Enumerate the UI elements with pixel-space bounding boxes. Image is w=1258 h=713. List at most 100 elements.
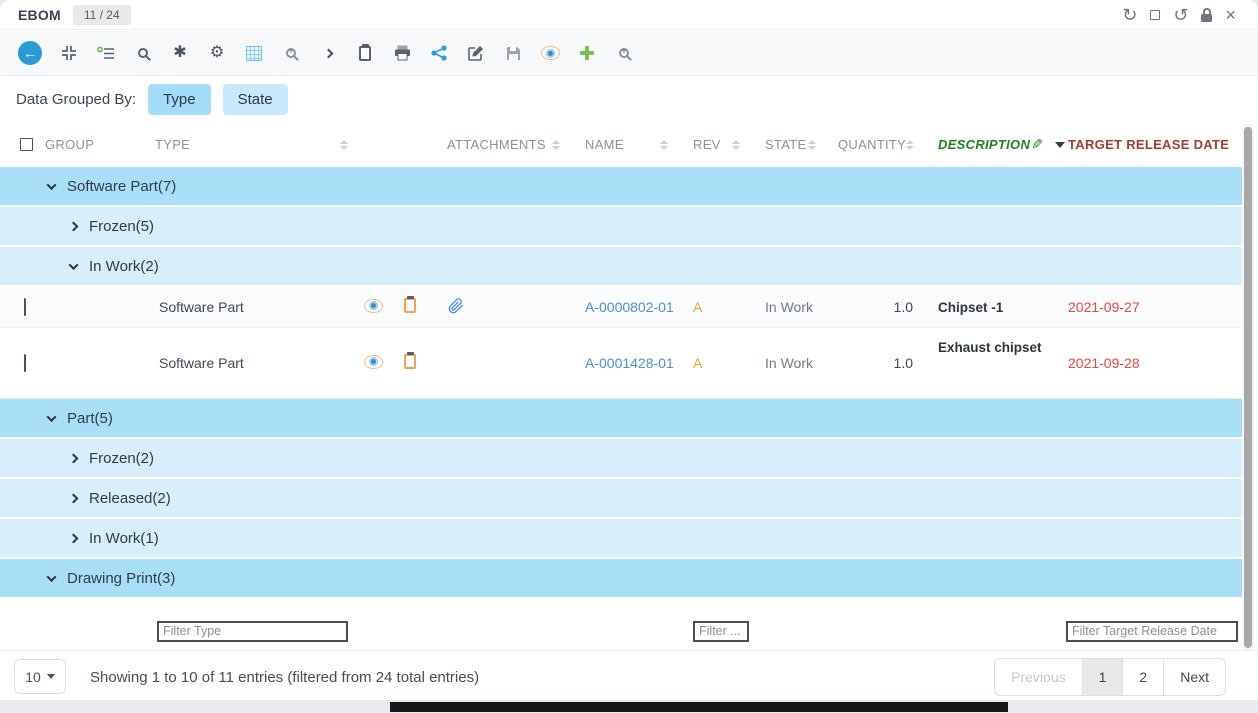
close-icon[interactable]: × [1225,6,1236,24]
group-row-software-part[interactable]: Software Part(7) [0,167,1242,207]
chevron-down-icon[interactable] [47,412,57,422]
column-rev[interactable]: REV [680,137,752,152]
entries-summary: Showing 1 to 10 of 11 entries (filtered … [90,669,479,686]
select-all-checkbox[interactable] [20,138,33,151]
table-view-icon[interactable] [244,41,264,65]
chevron-right-icon[interactable] [69,493,79,503]
name-link[interactable]: A-0001428-01 [572,355,680,371]
chevron-down-icon[interactable] [47,180,57,190]
sort-icon [732,140,740,150]
column-state[interactable]: STATE [752,137,828,152]
refresh-icon[interactable]: ↻ [1122,6,1137,24]
sort-icon [808,140,816,150]
column-quantity[interactable]: QUANTITY [828,137,925,152]
group-row-drawing-print[interactable]: Drawing Print(3) [0,559,1242,599]
row-checkbox[interactable] [24,354,26,372]
filter-rev-input[interactable] [693,621,749,642]
pagination: Previous 1 2 Next [994,658,1226,696]
share-icon[interactable] [429,41,449,65]
group-by-state-button[interactable]: State [223,84,288,115]
caret-down-icon [47,674,55,679]
quantity-cell: 1.0 [828,299,925,315]
page: EBOM 11 / 24 ↻ ↺ × ← [0,0,1258,713]
sort-icon [906,140,914,150]
table-header: GROUP TYPE ATTACHMENTS NAME REV STATE QU… [0,122,1242,167]
chevron-right-icon[interactable] [69,453,79,463]
type-cell: Software Part [155,299,360,315]
clipboard-icon[interactable] [355,41,375,65]
group-row-frozen-2[interactable]: Frozen(2) [0,439,1242,479]
paperclip-icon[interactable] [448,301,464,317]
pagination-page-1[interactable]: 1 [1082,659,1123,695]
group-by-label: Data Grouped By: [16,91,136,108]
ebom-window: EBOM 11 / 24 ↻ ↺ × ← [0,0,1258,700]
select-all-cell [0,138,45,151]
search-plus-icon[interactable] [281,41,301,65]
chevron-right-icon[interactable] [69,221,79,231]
column-type[interactable]: TYPE [155,137,360,152]
edit-pencil-icon: ✎ [1031,136,1043,153]
column-name[interactable]: NAME [572,137,680,152]
state-cell: In Work [752,299,828,315]
group-row-released-2[interactable]: Released(2) [0,479,1242,519]
column-target-release-date[interactable]: TARGET RELEASE DATE [1060,137,1242,152]
group-by-bar: Data Grouped By: Type State [0,76,1258,122]
chevron-right-icon[interactable] [69,533,79,543]
pagination-previous[interactable]: Previous [995,659,1081,695]
window-title: EBOM [18,7,61,23]
lock-icon[interactable] [1201,8,1212,23]
zoom-in-icon[interactable] [614,41,634,65]
filter-row [0,612,1242,650]
add-new-icon[interactable] [577,41,597,65]
description-cell: Chipset -1 [925,300,1060,315]
group-row-frozen-5[interactable]: Frozen(5) [0,207,1242,247]
type-cell: Software Part [155,355,360,371]
asterisk-icon[interactable]: ✱ [170,41,190,65]
window-controls: ↻ ↺ × [1122,0,1236,30]
chevron-down-icon[interactable] [47,572,57,582]
description-cell: Exhaust chipset [925,328,1060,355]
print-icon[interactable] [392,41,412,65]
group-by-type-button[interactable]: Type [148,84,211,115]
clipboard-icon[interactable] [404,354,416,369]
column-attachments[interactable]: ATTACHMENTS [440,137,572,152]
filter-target-release-date-input[interactable] [1066,621,1238,642]
back-button[interactable]: ← [18,41,42,65]
rev-cell: A [680,299,752,315]
vertical-scrollbar-thumb[interactable] [1244,127,1252,648]
add-to-structure-icon[interactable] [96,41,116,65]
group-row-in-work-2[interactable]: In Work(2) [0,247,1242,287]
pagination-page-2[interactable]: 2 [1122,659,1163,695]
table-body: Software Part(7) Frozen(5) In Work(2) So… [0,167,1242,599]
table-footer: 10 Showing 1 to 10 of 11 entries (filter… [0,650,1258,700]
save-icon[interactable] [503,41,523,65]
collapse-all-icon[interactable] [59,41,79,65]
toolbar: ← ✱ ⚙ [0,31,1258,76]
expand-panel-icon[interactable] [318,41,338,65]
clipboard-icon[interactable] [404,298,416,313]
row-checkbox[interactable] [24,298,26,316]
group-row-part[interactable]: Part(5) [0,399,1242,439]
sort-icon [340,140,348,150]
rev-cell: A [680,355,752,371]
settings-gear-icon[interactable]: ⚙ [207,41,227,65]
chevron-down-icon[interactable] [69,260,79,270]
table-row: Software Part A-0001428-01 A In Work 1.0… [0,328,1242,399]
filter-type-input[interactable] [157,621,348,642]
visibility-eye-icon[interactable] [540,41,560,65]
name-link[interactable]: A-0000802-01 [572,299,680,315]
pagination-next[interactable]: Next [1163,659,1225,695]
state-cell: In Work [752,355,828,371]
table-row: Software Part A-0000802-01 A In Work 1.0… [0,287,1242,328]
column-description[interactable]: DESCRIPTION✎ [925,136,1060,153]
edit-icon[interactable] [466,41,486,65]
undo-icon[interactable]: ↺ [1173,6,1188,24]
horizontal-scrollbar-thumb[interactable] [390,702,1008,712]
maximize-icon[interactable] [1150,8,1160,23]
group-row-in-work-1[interactable]: In Work(1) [0,519,1242,559]
view-eye-icon[interactable] [364,355,383,369]
view-eye-icon[interactable] [364,299,383,313]
page-size-select[interactable]: 10 [14,659,66,694]
search-icon[interactable] [133,41,153,65]
sort-icon [552,140,560,150]
